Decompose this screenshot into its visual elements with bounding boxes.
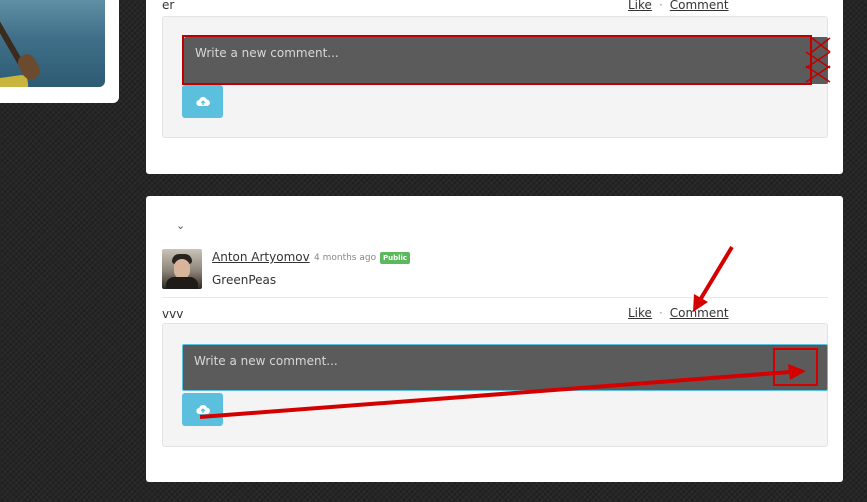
photo-card	[0, 0, 119, 103]
post-timestamp: 4 months ago	[314, 253, 377, 263]
post-body: GreenPeas	[212, 273, 277, 287]
comment-link[interactable]: Comment	[670, 306, 729, 320]
public-badge: Public	[380, 252, 411, 264]
post-actions: Like · Comment	[628, 0, 729, 12]
like-link[interactable]: Like	[628, 0, 652, 12]
comment-input[interactable]: Write a new comment...	[182, 344, 828, 391]
avatar[interactable]	[162, 249, 202, 289]
upload-button[interactable]	[182, 393, 223, 426]
upload-button[interactable]	[182, 85, 223, 118]
separator-dot: ·	[658, 0, 663, 12]
upload-cloud-icon	[195, 96, 210, 106]
author-name[interactable]: Anton Artyomov	[212, 250, 310, 264]
post-actions: Like · Comment	[628, 306, 729, 320]
boat-photo[interactable]	[0, 0, 105, 87]
separator-dot: ·	[658, 306, 663, 320]
upload-cloud-icon	[195, 404, 210, 414]
comment-link[interactable]: Comment	[670, 0, 729, 12]
avatar-body	[166, 277, 198, 289]
reply-text: vvv	[162, 307, 184, 321]
comment-text: er	[162, 0, 175, 12]
like-link[interactable]: Like	[628, 306, 652, 320]
chevron-down-icon[interactable]: ⌄	[176, 219, 185, 232]
comment-input[interactable]: Write a new comment...	[184, 37, 828, 84]
avatar-face	[174, 259, 190, 279]
divider	[162, 297, 828, 298]
